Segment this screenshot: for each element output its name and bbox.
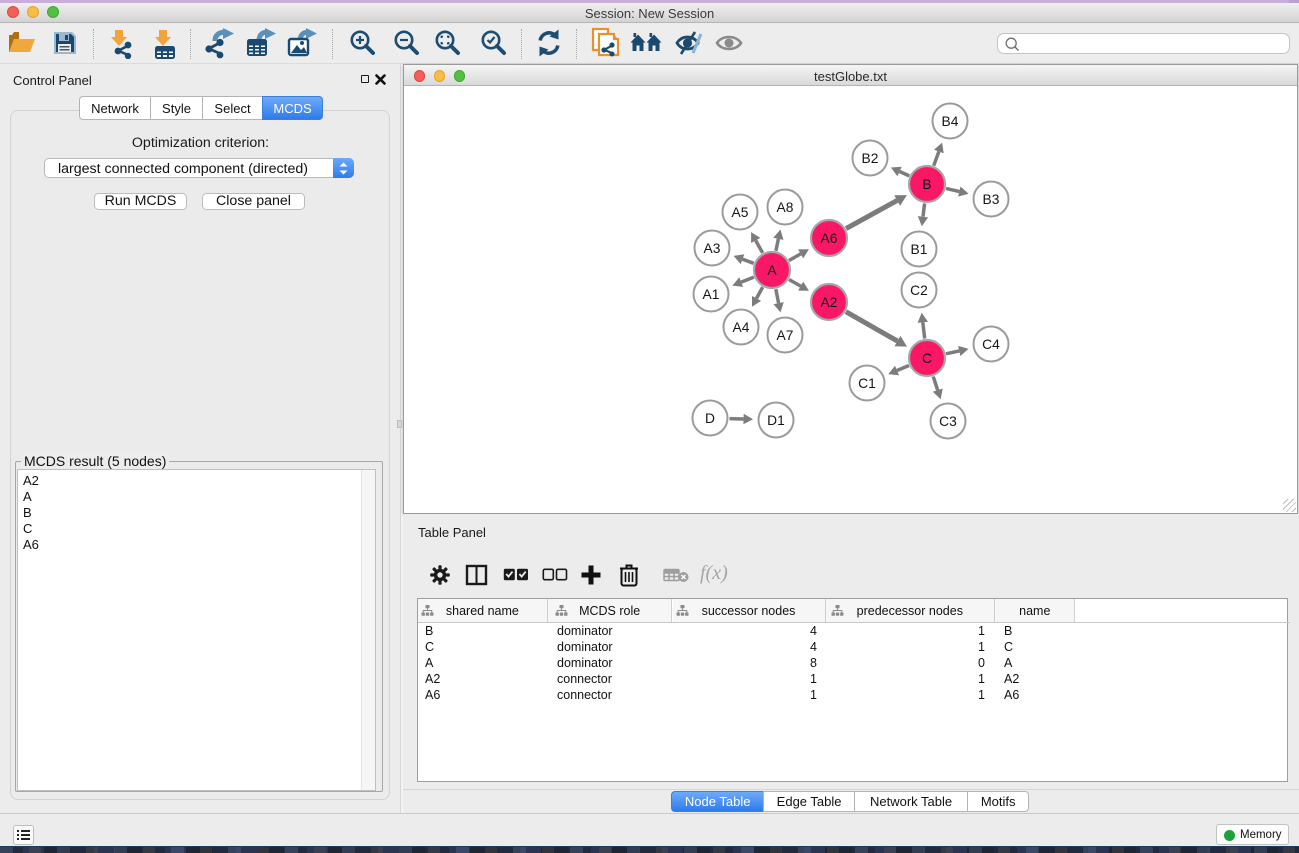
svg-text:A6: A6 [821,231,838,246]
svg-text:A1: A1 [703,287,720,302]
svg-text:A8: A8 [777,200,794,215]
svg-text:A5: A5 [732,205,749,220]
svg-text:A2: A2 [821,295,838,310]
svg-text:A3: A3 [704,241,721,256]
svg-text:C: C [922,351,932,366]
svg-text:C2: C2 [910,283,928,298]
svg-text:A4: A4 [733,320,750,335]
svg-text:C1: C1 [858,376,876,391]
svg-text:D: D [705,411,715,426]
svg-text:C3: C3 [939,414,957,429]
svg-text:D1: D1 [767,413,785,428]
svg-text:A: A [767,263,777,278]
svg-text:B2: B2 [862,151,879,166]
svg-text:C4: C4 [982,337,1000,352]
svg-text:B4: B4 [942,114,959,129]
svg-text:B3: B3 [983,192,1000,207]
svg-text:A7: A7 [777,328,794,343]
svg-text:B1: B1 [911,242,928,257]
svg-text:B: B [922,177,931,192]
